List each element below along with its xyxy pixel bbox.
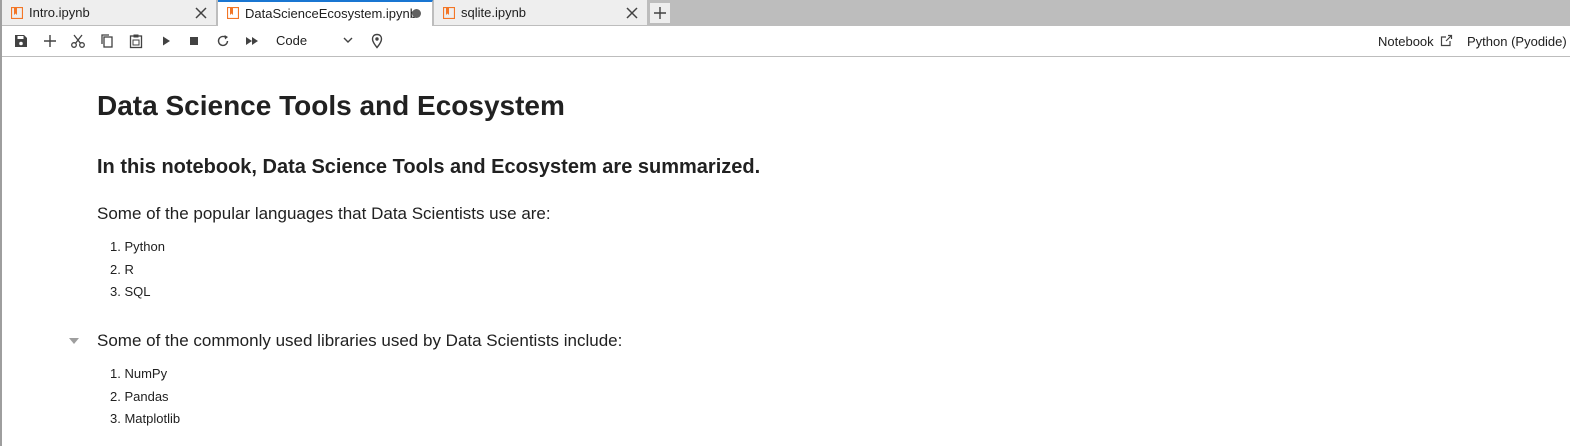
notebook-toolbar: Code Notebook Python (Pyodide) <box>2 26 1570 57</box>
collapse-caret-icon[interactable] <box>68 337 80 345</box>
kernel-label: Python (Pyodide) <box>1467 34 1567 49</box>
languages-list: 1. Python 2. R 3. SQL <box>110 236 165 304</box>
run-all-icon[interactable] <box>244 33 260 49</box>
new-tab-button[interactable] <box>649 2 671 24</box>
notebook-panel: Data Science Tools and Ecosystem In this… <box>2 57 1570 446</box>
list-item: 2. R <box>110 261 134 277</box>
tab-label: DataScienceEcosystem.ipynb <box>245 6 417 21</box>
kernel-name[interactable]: Python (Pyodide) <box>1467 26 1567 57</box>
list-item: 1. Python <box>110 239 165 254</box>
close-icon[interactable] <box>194 6 208 20</box>
open-in-notebook-button[interactable]: Notebook <box>1378 26 1453 57</box>
tab-sqlite[interactable]: sqlite.ipynb <box>434 0 648 25</box>
unsaved-dot-icon[interactable] <box>412 9 421 18</box>
notebook-icon <box>11 7 23 19</box>
jupyterlite-window: Intro.ipynb DataScienceEcosystem.ipynb s… <box>0 0 1570 446</box>
languages-heading: Some of the popular languages that Data … <box>97 204 551 223</box>
plus-icon <box>654 7 666 19</box>
libraries-list: 1. NumPy 2. Pandas 3. Matplotlib <box>110 363 180 431</box>
location-pin-icon[interactable] <box>369 33 385 49</box>
list-item: 3. Matplotlib <box>110 411 181 426</box>
tab-datascienceecosystem[interactable]: DataScienceEcosystem.ipynb <box>218 0 433 26</box>
cut-icon[interactable] <box>70 33 86 49</box>
notebook-icon <box>443 7 455 19</box>
tab-label: Intro.ipynb <box>29 5 90 20</box>
add-cell-icon[interactable] <box>42 33 58 49</box>
intro-heading: In this notebook, Data Science Tools and… <box>97 156 761 178</box>
chevron-down-icon <box>343 37 353 43</box>
tab-label: sqlite.ipynb <box>461 5 527 20</box>
restart-icon[interactable] <box>215 33 231 49</box>
cell-type-dropdown[interactable]: Code <box>270 30 358 52</box>
copy-icon[interactable] <box>99 33 115 49</box>
paste-icon[interactable] <box>128 33 144 49</box>
list-item: 3. SQL <box>110 284 151 299</box>
stop-icon[interactable] <box>186 33 202 49</box>
page-title: Data Science Tools and Ecosystem <box>97 90 565 121</box>
run-icon[interactable] <box>158 33 174 49</box>
libraries-heading: Some of the commonly used libraries used… <box>97 331 623 350</box>
cell-type-value: Code <box>276 33 308 48</box>
list-item: 1. NumPy <box>110 366 168 381</box>
close-icon[interactable] <box>625 6 639 20</box>
external-link-icon <box>1441 34 1453 47</box>
list-item: 2. Pandas <box>110 388 169 404</box>
notebook-icon <box>227 7 239 19</box>
tab-bar: Intro.ipynb DataScienceEcosystem.ipynb s… <box>2 0 1570 26</box>
open-in-label: Notebook <box>1378 34 1434 49</box>
tab-intro[interactable]: Intro.ipynb <box>2 0 217 25</box>
save-icon[interactable] <box>13 33 29 49</box>
